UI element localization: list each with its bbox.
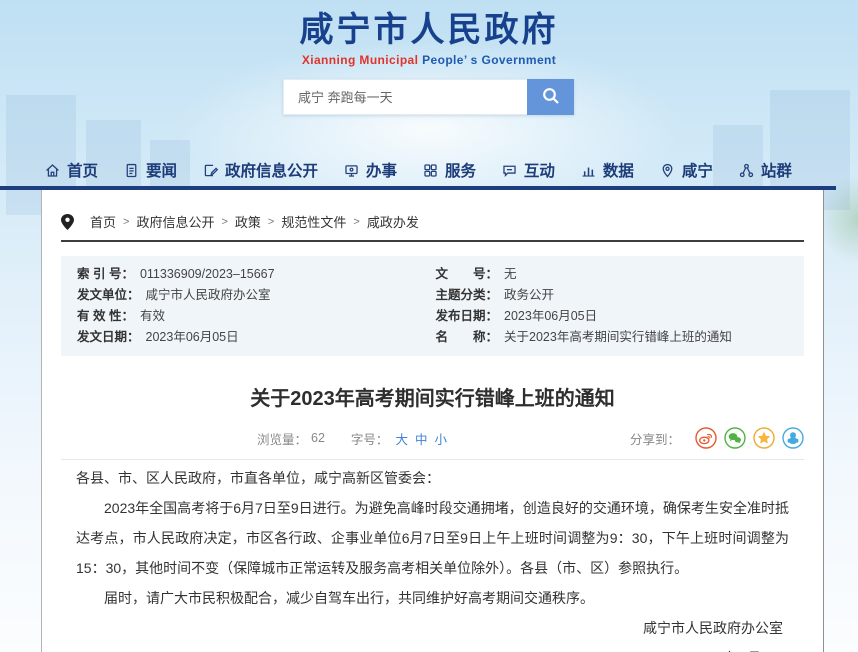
views-count: 62 — [311, 431, 325, 445]
info-value: 无 — [504, 267, 517, 281]
article-meta: 浏览量： 62 字号： 大 中 小 — [257, 429, 447, 448]
info-row-index-no: 索 引 号： 011336909/2023–15667 — [77, 264, 436, 285]
document-pen-icon — [202, 162, 219, 179]
info-value: 有效 — [140, 309, 165, 323]
info-label: 发文日期： — [77, 330, 140, 344]
info-label: 发文单位： — [77, 288, 140, 302]
info-row-validity: 有 效 性： 有效 — [77, 306, 436, 327]
breadcrumb-item-xzbf[interactable]: 咸政办发 — [367, 212, 419, 231]
info-row-issue-date: 发文日期： 2023年06月05日 — [77, 327, 436, 348]
info-label: 名 称： — [436, 330, 499, 344]
qq-icon[interactable] — [782, 427, 804, 449]
nav-item-gov-info[interactable]: 政府信息公开 — [202, 159, 318, 181]
qzone-icon[interactable] — [753, 427, 775, 449]
nav-label: 数据 — [603, 159, 634, 181]
breadcrumb-divider — [61, 240, 804, 242]
info-value: 政务公开 — [504, 288, 554, 302]
info-row-publish-date: 发布日期： 2023年06月05日 — [436, 306, 795, 327]
site-header: 咸宁市人民政府 Xianning Municipal People’ s Gov… — [0, 2, 858, 67]
nav-item-data[interactable]: 数据 — [580, 159, 634, 181]
nav-label: 要闻 — [146, 159, 177, 181]
article-body: 各县、市、区人民政府，市直各单位，咸宁高新区管委会： 2023年全国高考将于6月… — [76, 463, 789, 652]
breadcrumb-item-policy[interactable]: 政策 — [235, 212, 261, 231]
breadcrumb-item-home[interactable]: 首页 — [90, 212, 116, 231]
nav-label: 互动 — [524, 159, 555, 181]
nav-item-xianning[interactable]: 咸宁 — [659, 159, 713, 181]
breadcrumb-separator: > — [268, 216, 274, 228]
breadcrumb-item-normative-docs[interactable]: 规范性文件 — [281, 212, 346, 231]
info-row-topic-category: 主题分类： 政务公开 — [436, 285, 795, 306]
wechat-icon[interactable] — [724, 427, 746, 449]
info-label: 文 号： — [436, 267, 499, 281]
monitor-icon — [343, 162, 360, 179]
weibo-icon[interactable] — [695, 427, 717, 449]
breadcrumb-item-gov-info[interactable]: 政府信息公开 — [136, 212, 214, 231]
nav-item-news[interactable]: 要闻 — [123, 159, 177, 181]
nav-item-interact[interactable]: 互动 — [501, 159, 555, 181]
nav-label: 咸宁 — [682, 159, 713, 181]
fontsize-large-button[interactable]: 大 — [395, 429, 408, 448]
nav-label: 首页 — [67, 159, 98, 181]
doc-info-box: 索 引 号： 011336909/2023–15667 发文单位： 咸宁市人民政府办… — [61, 256, 804, 356]
doc-info-left-column: 索 引 号： 011336909/2023–15667 发文单位： 咸宁市人民政府办… — [77, 264, 436, 348]
nav-label: 政府信息公开 — [225, 159, 318, 181]
fontsize-medium-button[interactable]: 中 — [415, 429, 428, 448]
search-button[interactable] — [527, 79, 574, 115]
search-input[interactable] — [283, 79, 527, 115]
info-value: 咸宁市人民政府办公室 — [146, 288, 271, 302]
info-value: 2023年06月05日 — [146, 330, 239, 344]
share-box: 分享到： — [630, 427, 804, 449]
search-icon — [541, 86, 561, 109]
article-paragraph-closing: 届时，请广大市民积极配合，减少自驾车出行，共同维护好高考期间交通秩序。 — [76, 583, 789, 613]
home-icon — [44, 162, 61, 179]
breadcrumb-separator: > — [221, 216, 227, 228]
search-bar — [283, 79, 574, 115]
site-subtitle-red: Xianning Municipal — [302, 53, 419, 67]
nav-item-sitegroup[interactable]: 站群 — [738, 159, 792, 181]
meta-divider — [61, 459, 804, 460]
info-label: 索 引 号： — [77, 267, 134, 281]
content-panel: 首页 > 政府信息公开 > 政策 > 规范性文件 > 咸政办发 索 引 号： 01… — [41, 190, 824, 652]
breadcrumb-separator: > — [353, 216, 359, 228]
info-label: 有 效 性： — [77, 309, 134, 323]
site-title: 咸宁市人民政府 — [0, 2, 858, 51]
sitemap-icon — [738, 162, 755, 179]
site-subtitle: Xianning Municipal People’ s Government — [0, 53, 858, 67]
news-icon — [123, 162, 140, 179]
grid-icon — [422, 162, 439, 179]
signature-org: 咸宁市人民政府办公室 — [76, 613, 789, 643]
article-paragraph-main: 2023年全国高考将于6月7日至9日进行。为避免高峰时段交通拥堵，创造良好的交通… — [76, 493, 789, 583]
nav-item-home[interactable]: 首页 — [44, 159, 98, 181]
info-row-doc-no: 文 号： 无 — [436, 264, 795, 285]
nav-label: 办事 — [366, 159, 397, 181]
article-meta-row: 浏览量： 62 字号： 大 中 小 分享到： — [61, 427, 804, 449]
nav-label: 服务 — [445, 159, 476, 181]
signature-date: 2023年6月5日 — [76, 643, 789, 652]
share-label: 分享到： — [630, 429, 680, 448]
breadcrumb-separator: > — [123, 216, 129, 228]
info-value: 关于2023年高考期间实行错峰上班的通知 — [504, 330, 732, 344]
nav-item-banshi[interactable]: 办事 — [343, 159, 397, 181]
site-subtitle-blue: People’ s Government — [418, 53, 556, 67]
info-label: 主题分类： — [436, 288, 499, 302]
nav-label: 站群 — [761, 159, 792, 181]
main-nav: 首页 要闻 政府信息公开 办事 服务 互动 数据 咸宁 站群 — [44, 155, 792, 185]
fontsize-label: 字号： — [351, 429, 389, 448]
info-row-doc-name: 名 称： 关于2023年高考期间实行错峰上班的通知 — [436, 327, 795, 348]
breadcrumb: 首页 > 政府信息公开 > 政策 > 规范性文件 > 咸政办发 — [61, 212, 804, 231]
chat-icon — [501, 162, 518, 179]
article-title: 关于2023年高考期间实行错峰上班的通知 — [42, 382, 823, 411]
info-value: 2023年06月05日 — [504, 309, 597, 323]
views-label: 浏览量： — [257, 429, 307, 448]
location-pin-icon — [61, 214, 74, 230]
info-value: 011336909/2023–15667 — [140, 267, 275, 281]
info-label: 发布日期： — [436, 309, 499, 323]
fontsize-small-button[interactable]: 小 — [434, 429, 447, 448]
info-row-issuing-unit: 发文单位： 咸宁市人民政府办公室 — [77, 285, 436, 306]
doc-info-right-column: 文 号： 无 主题分类： 政务公开 发布日期： 2023年06月05日 名 称： 关于2… — [436, 264, 795, 348]
location-icon — [659, 162, 676, 179]
article-paragraph-greeting: 各县、市、区人民政府，市直各单位，咸宁高新区管委会： — [76, 463, 789, 493]
nav-item-service[interactable]: 服务 — [422, 159, 476, 181]
bar-chart-icon — [580, 162, 597, 179]
